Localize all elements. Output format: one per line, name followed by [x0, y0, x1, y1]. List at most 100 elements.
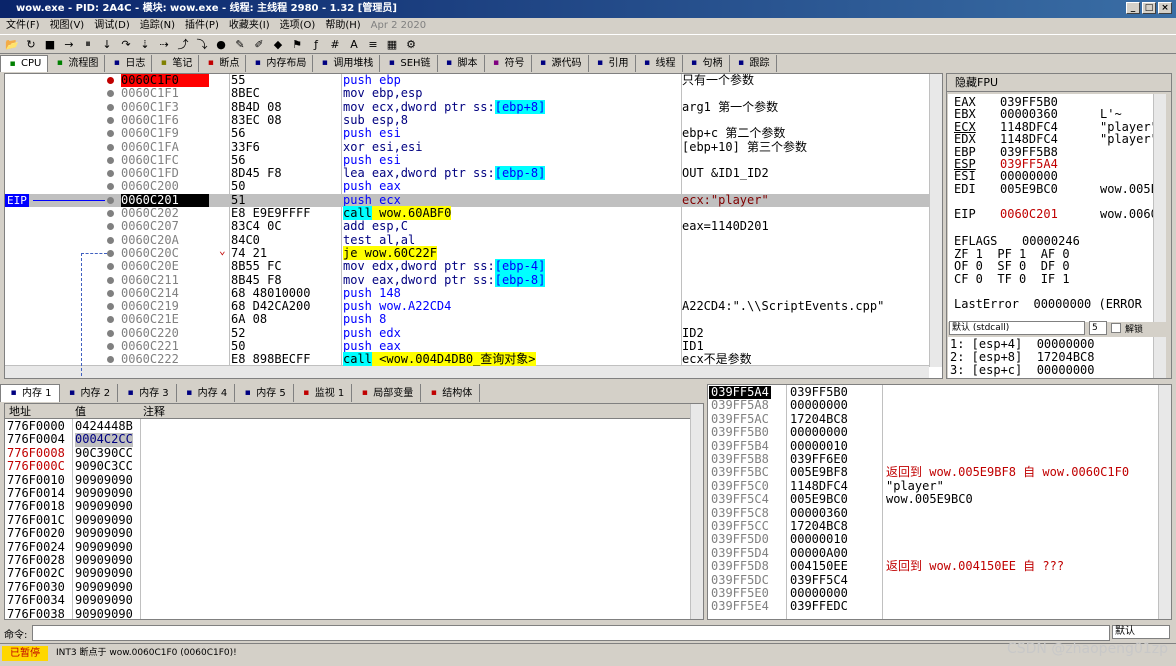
tab-2[interactable]: ▪ 日志 [105, 55, 153, 72]
execute-till-user-icon[interactable]: ⤵ [194, 36, 210, 52]
breakpoint-marker-icon[interactable] [107, 276, 114, 284]
register-row[interactable]: EIP 0060C201 wow.0060 [954, 208, 1158, 221]
arg-count-input[interactable]: 5 [1089, 321, 1107, 335]
hash-icon[interactable]: # [327, 36, 343, 52]
stack-pane[interactable]: 039FF5A4 039FF5B0 039FF5A8 00000000 039FF5AC… [707, 384, 1172, 620]
pause-icon[interactable]: ⏸ [80, 36, 96, 52]
step-over-icon[interactable]: ↷ [118, 36, 134, 52]
stack-row[interactable]: 039FF5B8 039FF6E0 [708, 452, 1158, 466]
dump-row[interactable]: 776F002C 90909090 [5, 567, 691, 581]
flags-row[interactable]: CF 0 TF 0 IF 1 [954, 272, 1070, 286]
stack-arg-row[interactable]: 3: [esp+c] 00000000 [950, 364, 1095, 377]
dump-row[interactable]: 776F0024 90909090 [5, 540, 691, 554]
stack-row[interactable]: 039FF5B4 00000010 [708, 439, 1158, 453]
registers-vscroll[interactable] [1153, 94, 1166, 322]
breakpoint-marker-icon[interactable] [107, 196, 114, 204]
breakpoint-marker-icon[interactable] [107, 263, 114, 271]
tab-14[interactable]: ▪ 跟踪 [730, 55, 777, 72]
dump-row[interactable]: 776F0020 90909090 [5, 526, 691, 540]
dump-vscroll[interactable] [690, 404, 703, 619]
tab-0[interactable]: ▪ CPU [0, 55, 49, 72]
disasm-row[interactable]: 0060C1F0 55 push ebp 只有一个参数 [5, 74, 929, 88]
breakpoint-marker-icon[interactable] [107, 249, 114, 257]
bottom-tab-2[interactable]: ▪ 内存 3 [118, 384, 177, 402]
dump-row[interactable]: 776F0014 90909090 [5, 486, 691, 500]
breakpoint-marker-icon[interactable] [107, 236, 114, 244]
stop-icon[interactable]: ■ [42, 36, 58, 52]
dump-row[interactable]: 776F0010 90909090 [5, 473, 691, 487]
stack-row[interactable]: 039FF5C8 00000360 [708, 506, 1158, 520]
bottom-tab-7[interactable]: ▪ 结构体 [421, 384, 481, 402]
bottom-tab-5[interactable]: ▪ 监视 1 [294, 384, 353, 402]
run-icon[interactable]: → [61, 36, 77, 52]
disasm-row[interactable]: 0060C1FC 56 push esi [5, 153, 929, 167]
stack-row[interactable]: 039FF5C0 1148DFC4 "player" [708, 479, 1158, 493]
tab-6[interactable]: ▪ 调用堆栈 [313, 55, 381, 72]
dump-row[interactable]: 776F0034 90909090 [5, 593, 691, 607]
bottom-tab-1[interactable]: ▪ 内存 2 [60, 384, 119, 402]
stack-row[interactable]: 039FF5A8 00000000 [708, 399, 1158, 413]
disasm-row[interactable]: 0060C207 83C4 0C add esp,C eax=1140D201 [5, 219, 929, 233]
breakpoint-marker-icon[interactable] [107, 156, 114, 164]
close-button[interactable]: × [1158, 2, 1172, 14]
dump-row[interactable]: 776F001C 90909090 [5, 513, 691, 527]
stack-row[interactable]: 039FF5D8 004150EE 返回到 wow.004150EE 自 ??? [708, 559, 1158, 573]
tab-4[interactable]: ▪ 断点 [199, 55, 247, 72]
stack-row[interactable]: 039FF5A4 039FF5B0 [708, 385, 1158, 400]
breakpoint-marker-icon[interactable] [107, 329, 114, 337]
execute-till-return-icon[interactable]: ⤴ [175, 36, 191, 52]
stack-row[interactable]: 039FF5D0 00000010 [708, 533, 1158, 547]
tab-1[interactable]: ▪ 流程图 [48, 55, 106, 72]
unlock-checkbox[interactable] [1111, 323, 1121, 333]
disassembly-pane[interactable]: 0060C1F0 55 push ebp 只有一个参数 0060C1F1 8BEC mov … [4, 73, 943, 379]
calc-icon[interactable]: ▦ [384, 36, 400, 52]
trace-over-icon[interactable]: ⇢ [156, 36, 172, 52]
menu-item-7[interactable]: 帮助(H) [325, 18, 360, 33]
breakpoint-marker-icon[interactable] [107, 103, 114, 111]
disasm-row[interactable]: 0060C214 68 48010000 push 148 [5, 286, 929, 300]
breakpoint-marker-icon[interactable] [107, 183, 114, 191]
breakpoint-marker-icon[interactable] [107, 356, 114, 364]
bp-icon[interactable]: ● [213, 36, 229, 52]
stack-args-vscroll[interactable] [1153, 337, 1166, 378]
register-row[interactable]: EDI 005E9BC0 wow.005E [954, 182, 1158, 196]
disasm-row[interactable]: 0060C1F6 83EC 08 sub esp,8 [5, 113, 929, 127]
breakpoint-marker-icon[interactable] [107, 316, 114, 324]
hide-fpu-toggle[interactable]: 隐藏FPU [947, 74, 1171, 92]
tab-10[interactable]: ▪ 源代码 [532, 55, 589, 72]
tab-13[interactable]: ▪ 句柄 [683, 55, 730, 72]
tab-12[interactable]: ▪ 线程 [636, 55, 683, 72]
strings-icon[interactable]: ≡ [365, 36, 381, 52]
dump-row[interactable]: 776F0000 0424448B [5, 419, 691, 433]
disasm-row[interactable]: 0060C200 50 push eax [5, 180, 929, 193]
stack-row[interactable]: 039FF5E4 039FFEDC [708, 600, 1158, 614]
dump-row[interactable]: 776F0004 0004C2CC [5, 433, 691, 447]
menu-item-5[interactable]: 收藏夹(I) [229, 18, 270, 33]
call-convention-select[interactable]: 默认 (stdcall) [949, 321, 1085, 335]
disasm-row[interactable]: 0060C222 E8 898BECFF call <wow.004D4DB0_查询… [5, 352, 929, 367]
menu-item-2[interactable]: 调试(D) [94, 18, 130, 33]
dump-row[interactable]: 776F0038 90909090 [5, 607, 691, 619]
menu-item-3[interactable]: 追踪(N) [140, 18, 175, 33]
tab-7[interactable]: ▪ SEH链 [380, 55, 438, 72]
command-input[interactable] [32, 625, 1110, 641]
patch-icon[interactable]: ✎ [232, 36, 248, 52]
tab-5[interactable]: ▪ 内存布局 [246, 55, 314, 72]
tab-8[interactable]: ▪ 脚本 [438, 55, 485, 72]
breakpoint-marker-icon[interactable] [107, 223, 114, 231]
stack-row[interactable]: 039FF5E0 00000000 [708, 586, 1158, 600]
stack-row[interactable]: 039FF5D4 00000A00 [708, 546, 1158, 560]
font-icon[interactable]: A [346, 36, 362, 52]
minimize-button[interactable]: _ [1126, 2, 1140, 14]
disasm-row[interactable]: 0060C20A 84C0 test al,al [5, 233, 929, 247]
tab-3[interactable]: ▪ 笔记 [152, 55, 200, 72]
memory-dump-pane[interactable]: 地址 值 注释 776F0000 0424448B 776F0004 0004C2CC… [4, 403, 704, 620]
comment-icon[interactable]: ✐ [251, 36, 267, 52]
breakpoint-marker-icon[interactable] [107, 143, 114, 151]
breakpoint-marker-icon[interactable] [107, 210, 114, 217]
tab-9[interactable]: ▪ 符号 [485, 55, 532, 72]
settings-icon[interactable]: ⚙ [403, 36, 419, 52]
stack-row[interactable]: 039FF5DC 039FF5C4 [708, 573, 1158, 587]
disasm-row[interactable]: 0060C1FD 8D45 F8 lea eax,dword ptr ss:[ebp… [5, 166, 929, 181]
disasm-row[interactable]: 0060C1F9 56 push esi ebp+c 第二个参数 [5, 126, 929, 140]
